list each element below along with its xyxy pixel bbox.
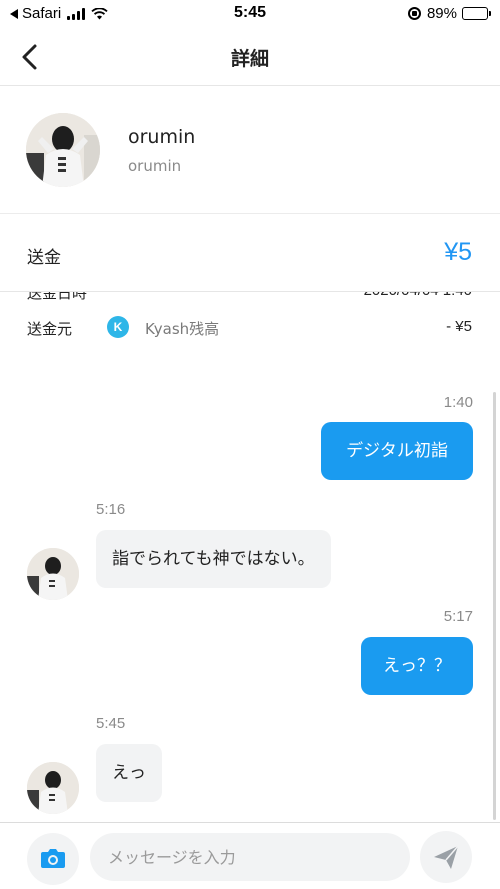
status-bar: Safari 5:45 89% — [0, 0, 500, 28]
recipient-profile[interactable]: orumin orumin — [0, 86, 500, 214]
source-amount: - ¥5 — [446, 318, 472, 335]
navigation-bar: 詳細 — [0, 28, 500, 86]
message-time: 5:45 — [96, 715, 126, 732]
sender-avatar[interactable] — [27, 548, 79, 600]
avatar[interactable] — [26, 113, 100, 187]
amount-label: 送金 — [27, 248, 61, 268]
amount-value: ¥5 — [444, 238, 472, 266]
message-input-bar — [0, 822, 500, 889]
source-row: 送金元 K Kyash残高 - ¥5 — [0, 310, 500, 346]
incoming-message-bubble[interactable]: 詣でられても神ではない。 — [96, 530, 331, 588]
source-name: Kyash残高 — [145, 320, 220, 338]
recipient-username: orumin — [128, 157, 182, 175]
outgoing-message-bubble[interactable]: デジタル初詣 — [321, 422, 473, 480]
send-button[interactable] — [420, 831, 472, 883]
source-label: 送金元 — [27, 320, 73, 338]
page-title: 詳細 — [230, 48, 269, 70]
status-right: 89% — [407, 5, 491, 22]
message-time: 5:16 — [96, 501, 126, 518]
amount-row: 送金 ¥5 — [0, 214, 500, 292]
battery-icon — [462, 7, 491, 20]
send-icon — [434, 845, 459, 869]
camera-button[interactable] — [27, 833, 79, 885]
kyash-icon: K — [107, 316, 129, 338]
orientation-lock-icon — [407, 7, 421, 20]
sender-avatar[interactable] — [27, 762, 79, 814]
recipient-name: orumin — [128, 126, 196, 148]
incoming-message-bubble[interactable]: えっ — [96, 744, 162, 802]
chat-scrollbar[interactable] — [493, 392, 496, 820]
message-input[interactable] — [90, 833, 410, 881]
battery-percent: 89% — [426, 5, 457, 22]
transfer-detail-screen: Safari 5:45 89% 詳細 orumin orumin 送金日時 送金… — [0, 0, 500, 889]
outgoing-message-bubble[interactable]: えっ？？ — [361, 637, 473, 695]
camera-icon — [41, 849, 65, 868]
message-time: 1:40 — [443, 394, 473, 411]
message-time: 5:17 — [443, 608, 473, 625]
